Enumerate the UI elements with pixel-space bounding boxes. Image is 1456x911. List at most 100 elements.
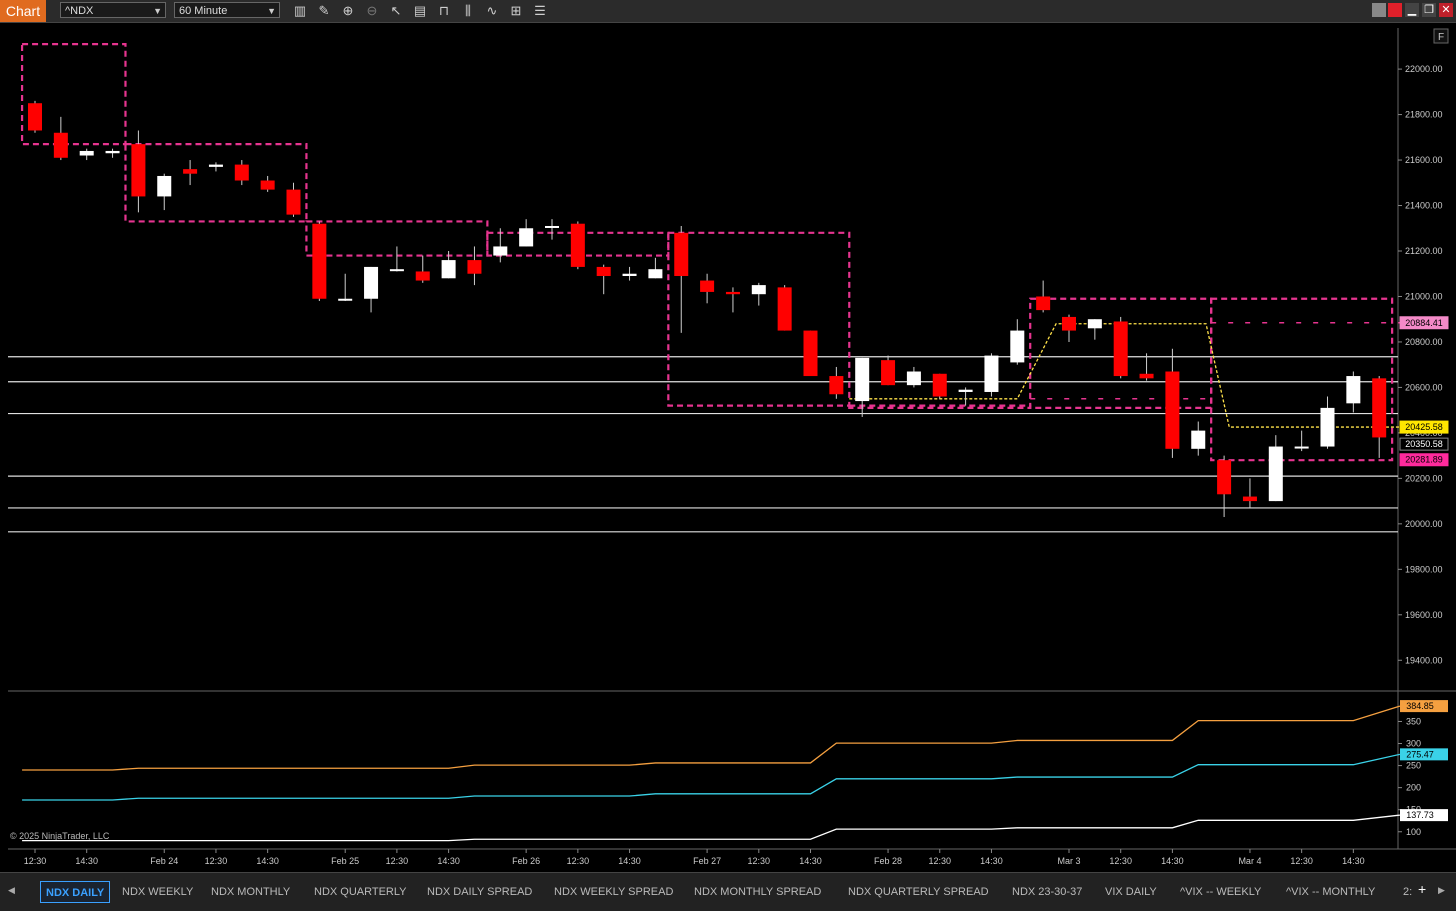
time-tick-label: 12:30 (748, 856, 771, 866)
maximize-icon[interactable]: ❐ (1422, 3, 1436, 17)
minimize-icon[interactable]: ▁ (1405, 3, 1419, 17)
tab-vix-monthly[interactable]: ^VIX -- MONTHLY (1286, 881, 1375, 903)
chart-window-label: Chart (0, 0, 46, 22)
time-tick-label: 12:30 (928, 856, 951, 866)
strategies-icon[interactable]: ∿ (482, 2, 502, 20)
price-marker-label: 20281.89 (1405, 455, 1443, 465)
template-icon[interactable]: ⊓ (434, 2, 454, 20)
price-tick-label: 20200.00 (1405, 473, 1443, 483)
candle-body (260, 180, 275, 190)
candle-body (1372, 378, 1387, 438)
time-tick-label: 12:30 (386, 856, 409, 866)
interval-value: 60 Minute (179, 5, 228, 17)
candle-body (648, 269, 663, 279)
price-tick-label: 20600.00 (1405, 382, 1443, 392)
candle-body (1268, 446, 1283, 502)
copyright-text: © 2025 NinjaTrader, LLC (10, 831, 110, 841)
price-tick-label: 21000.00 (1405, 291, 1443, 301)
interval-selector[interactable]: 60 Minute ▼ (174, 2, 280, 18)
chevron-down-icon: ▼ (153, 6, 162, 16)
tab-ndx-monthly-spread[interactable]: NDX MONTHLY SPREAD (694, 881, 821, 903)
time-tick-label: 14:30 (618, 856, 641, 866)
candle-body (1242, 496, 1257, 502)
candle-body (829, 376, 844, 395)
tab-2[interactable]: 2: (1403, 881, 1412, 903)
zoom-out-icon[interactable]: ⊖ (362, 2, 382, 20)
price-tick-label: 19600.00 (1405, 610, 1443, 620)
tab-ndx-monthly[interactable]: NDX MONTHLY (211, 881, 290, 903)
candle-body (1165, 371, 1180, 449)
price-tick-label: 19800.00 (1405, 564, 1443, 574)
candle-body (131, 144, 146, 197)
time-tick-label: 12:30 (24, 856, 47, 866)
candle-body (1036, 296, 1051, 311)
indicators-icon[interactable]: ⫼ (458, 2, 478, 20)
cursor-icon[interactable]: ↖ (386, 2, 406, 20)
properties-icon[interactable]: ▤ (410, 2, 430, 20)
price-tick-label: 20800.00 (1405, 337, 1443, 347)
tab-ndx-weekly-spread[interactable]: NDX WEEKLY SPREAD (554, 881, 673, 903)
time-tick-label: Mar 4 (1238, 856, 1261, 866)
candle-body (545, 225, 559, 228)
zoom-in-icon[interactable]: ⊕ (338, 2, 358, 20)
candle-body (1346, 376, 1361, 404)
time-tick-label: 12:30 (205, 856, 228, 866)
instrument-selector[interactable]: ^NDX ▼ (60, 2, 166, 18)
tab-vix-weekly[interactable]: ^VIX -- WEEKLY (1180, 881, 1261, 903)
time-tick-label: 14:30 (256, 856, 279, 866)
candle-body (1087, 319, 1102, 329)
candle-body (932, 373, 947, 397)
candle-body (157, 175, 172, 197)
chart-area[interactable]: F © 2025 NinjaTrader, LLC 19400.00 19600.… (0, 23, 1456, 871)
candle-body (622, 273, 637, 277)
tab-ndx-daily-spread[interactable]: NDX DAILY SPREAD (427, 881, 532, 903)
link-icon[interactable] (1388, 3, 1402, 17)
candle-body (286, 189, 301, 215)
pencil-icon[interactable]: ✎ (314, 2, 334, 20)
candle-body (1010, 330, 1025, 363)
tab-ndx-daily[interactable]: NDX DAILY (40, 881, 111, 903)
list-icon[interactable]: ☰ (530, 2, 550, 20)
candle-body (725, 291, 740, 295)
tab-ndx-quarterly[interactable]: NDX QUARTERLY (314, 881, 407, 903)
fullscreen-button[interactable]: F (1438, 32, 1444, 43)
price-marker-label: 20884.41 (1405, 318, 1443, 328)
price-tick-label: 21200.00 (1405, 246, 1443, 256)
candle-body (441, 260, 456, 279)
candle-body (389, 269, 404, 272)
candle-body (700, 280, 715, 292)
scroll-left-icon[interactable]: ◀ (8, 885, 15, 896)
price-marker-label: 20425.58 (1405, 422, 1443, 432)
lower-axis-tick-label: 350 (1406, 716, 1421, 726)
time-tick-label: 12:30 (1109, 856, 1132, 866)
time-tick-label: Feb 26 (512, 856, 540, 866)
lower-series-marker-label: 275.47 (1406, 749, 1434, 759)
time-tick-label: Feb 24 (150, 856, 178, 866)
candlestick-chart[interactable]: F © 2025 NinjaTrader, LLC 19400.00 19600.… (0, 23, 1456, 871)
close-icon[interactable]: ✕ (1439, 3, 1453, 17)
candle-body (674, 232, 689, 277)
candle-body (1062, 316, 1076, 331)
minimize-all-icon[interactable] (1372, 3, 1386, 17)
lower-axis-tick-label: 300 (1406, 739, 1421, 749)
candle-body (312, 223, 327, 299)
tab-ndx-weekly[interactable]: NDX WEEKLY (122, 881, 193, 903)
add-tab-icon[interactable]: + (1418, 881, 1426, 897)
bar-chart-icon[interactable]: ▥ (290, 2, 310, 20)
lower-axis-tick-label: 250 (1406, 761, 1421, 771)
candle-body (1139, 373, 1154, 379)
candle-body (53, 132, 68, 158)
data-box-icon[interactable]: ⊞ (506, 2, 526, 20)
candle-body (751, 285, 766, 295)
price-tick-label: 21800.00 (1405, 110, 1443, 120)
instrument-value: ^NDX (65, 5, 94, 17)
tab-ndx-quarterly-spread[interactable]: NDX QUARTERLY SPREAD (848, 881, 989, 903)
candle-body (1320, 407, 1335, 447)
price-tick-label: 21600.00 (1405, 155, 1443, 165)
scroll-right-icon[interactable]: ▶ (1438, 885, 1445, 896)
candle-body (493, 246, 508, 256)
time-tick-label: 14:30 (75, 856, 98, 866)
tab-ndx-23-30-37[interactable]: NDX 23-30-37 (1012, 881, 1082, 903)
time-tick-label: 14:30 (1161, 856, 1184, 866)
tab-vix-daily[interactable]: VIX DAILY (1105, 881, 1157, 903)
